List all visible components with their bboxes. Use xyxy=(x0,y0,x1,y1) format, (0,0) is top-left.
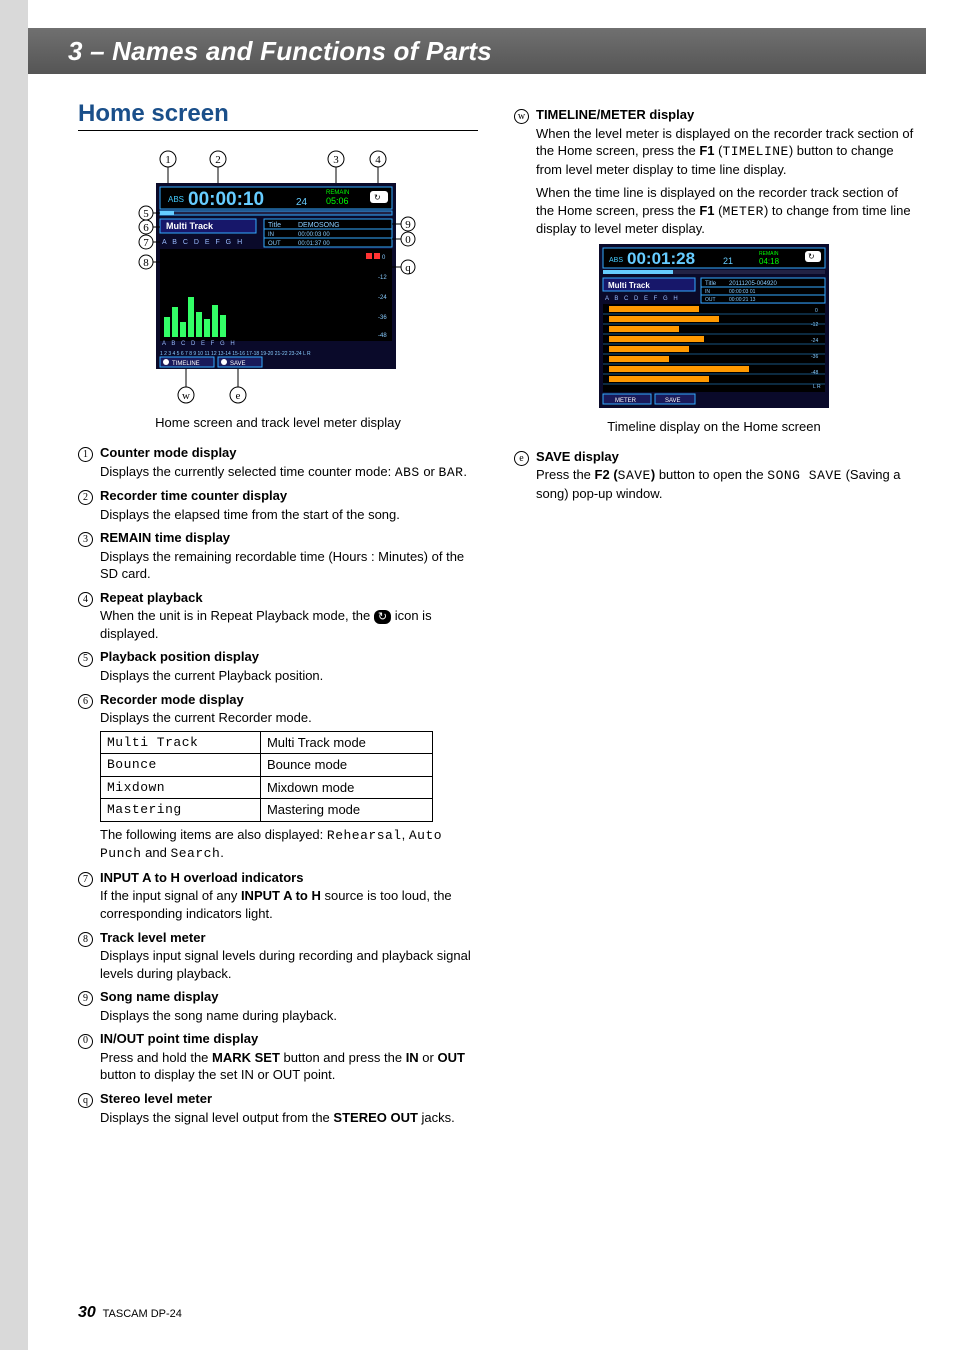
item-2: 2 Recorder time counter display Displays… xyxy=(78,487,478,523)
item-4: 4 Repeat playback When the unit is in Re… xyxy=(78,589,478,643)
svg-text:04:18: 04:18 xyxy=(759,257,780,266)
callout-3: 3 xyxy=(328,151,344,183)
home-screen-figure: 1 2 3 4 ABS 00:00:10 24 REMAIN 05:06 ↻ xyxy=(138,147,418,407)
item-3: 3 REMAIN time display Displays the remai… xyxy=(78,529,478,583)
svg-text:OUT: OUT xyxy=(268,241,281,247)
svg-text:ABS: ABS xyxy=(609,257,623,264)
svg-text:q: q xyxy=(405,262,411,274)
svg-text:IN: IN xyxy=(268,232,274,238)
svg-text:1 2 3 4 5 6 7 8 9 10 11 12 13-: 1 2 3 4 5 6 7 8 9 10 11 12 13-14 15-16 1… xyxy=(160,351,311,357)
left-column: Home screen 1 2 3 4 ABS 00:00:10 24 REMA… xyxy=(78,100,478,1310)
item-10: 0 IN/OUT point time display Press and ho… xyxy=(78,1030,478,1084)
content-area: Home screen 1 2 3 4 ABS 00:00:10 24 REMA… xyxy=(78,100,914,1310)
page-footer: 30 TASCAM DP-24 xyxy=(78,1304,182,1322)
svg-text:Title: Title xyxy=(268,222,281,229)
item-1: 1 Counter mode display Displays the curr… xyxy=(78,444,478,481)
svg-text:-36: -36 xyxy=(378,315,387,321)
model-label: TASCAM DP-24 xyxy=(103,1308,182,1320)
page-number: 30 xyxy=(78,1304,96,1321)
svg-text:SAVE: SAVE xyxy=(665,398,681,404)
svg-text:ABS: ABS xyxy=(168,195,184,204)
svg-text:IN: IN xyxy=(705,289,710,295)
section-title: Home screen xyxy=(78,100,478,131)
item-5: 5 Playback position displayDisplays the … xyxy=(78,648,478,684)
item-12: w TIMELINE/METER display When the level … xyxy=(514,106,914,238)
svg-text:-48: -48 xyxy=(378,333,387,339)
svg-text:20111205-004920: 20111205-004920 xyxy=(729,281,777,287)
page-side-tab xyxy=(0,0,28,1350)
svg-text:A B C D E F G H: A B C D E F G H xyxy=(605,296,680,302)
callout-1: 1 xyxy=(160,151,176,183)
svg-text:-24: -24 xyxy=(378,295,387,301)
svg-text:0: 0 xyxy=(815,308,818,314)
svg-text:OUT: OUT xyxy=(705,297,716,303)
svg-text:7: 7 xyxy=(143,237,149,249)
svg-text:00:00:10: 00:00:10 xyxy=(188,189,264,210)
svg-text:SAVE: SAVE xyxy=(230,361,246,367)
svg-text:05:06: 05:06 xyxy=(326,196,349,206)
svg-text:21: 21 xyxy=(723,256,733,266)
svg-text:0: 0 xyxy=(405,234,411,246)
svg-text:-36: -36 xyxy=(811,354,818,360)
timeline-screen-figure: ABS 00:01:28 21 REMAIN 04:18 ↻ Multi Tra… xyxy=(599,244,829,413)
item-9: 9 Song name displayDisplays the song nam… xyxy=(78,988,478,1024)
svg-text:Multi Track: Multi Track xyxy=(608,281,650,290)
svg-text:w: w xyxy=(182,390,190,402)
timeline-caption: Timeline display on the Home screen xyxy=(514,419,914,434)
svg-text:1: 1 xyxy=(165,154,171,166)
svg-text:00:01:37 00: 00:01:37 00 xyxy=(298,241,330,247)
svg-text:3: 3 xyxy=(333,154,339,166)
svg-text:00:00:21 13: 00:00:21 13 xyxy=(729,297,756,303)
svg-text:METER: METER xyxy=(615,398,637,404)
callout-4: 4 xyxy=(370,151,386,183)
svg-text:00:00:03 01: 00:00:03 01 xyxy=(729,289,756,295)
svg-text:00:01:28: 00:01:28 xyxy=(627,249,695,268)
right-column: w TIMELINE/METER display When the level … xyxy=(514,100,914,1310)
svg-text:Multi Track: Multi Track xyxy=(166,221,214,231)
svg-text:6: 6 xyxy=(143,222,149,234)
recorder-modes-table: Multi TrackMulti Track mode BounceBounce… xyxy=(100,731,433,822)
svg-text:2: 2 xyxy=(215,154,221,166)
chapter-header: 3 – Names and Functions of Parts xyxy=(28,28,926,74)
callout-2: 2 xyxy=(210,151,226,183)
chapter-header-text: 3 – Names and Functions of Parts xyxy=(68,36,492,67)
svg-text:-12: -12 xyxy=(811,322,818,328)
item-11: q Stereo level meter Displays the signal… xyxy=(78,1090,478,1126)
item-13: e SAVE display Press the F2 (SAVE) butto… xyxy=(514,448,914,503)
item-7: 7 INPUT A to H overload indicators If th… xyxy=(78,869,478,923)
repeat-icon: ↻ xyxy=(374,610,391,625)
figure-caption: Home screen and track level meter displa… xyxy=(78,415,478,430)
svg-text:-12: -12 xyxy=(378,275,387,281)
svg-text:A B C D E F G H: A B C D E F G H xyxy=(162,239,244,246)
svg-text:DEMOSONG: DEMOSONG xyxy=(298,222,340,229)
svg-text:5: 5 xyxy=(143,208,149,220)
svg-text:-48: -48 xyxy=(811,370,818,376)
svg-text:↻: ↻ xyxy=(808,252,815,261)
svg-text:24: 24 xyxy=(296,197,308,208)
svg-text:4: 4 xyxy=(375,154,381,166)
item-6: 6 Recorder mode display Displays the cur… xyxy=(78,691,478,863)
svg-text:9: 9 xyxy=(405,219,411,231)
svg-text:TIMELINE: TIMELINE xyxy=(172,361,200,367)
svg-text:e: e xyxy=(236,390,241,402)
svg-text:L R: L R xyxy=(813,384,821,390)
svg-text:-24: -24 xyxy=(811,338,818,344)
svg-text:A B C D E F G H: A B C D E F G H xyxy=(162,341,237,347)
item-8: 8 Track level meterDisplays input signal… xyxy=(78,929,478,983)
svg-text:00:00:03 00: 00:00:03 00 xyxy=(298,232,330,238)
svg-text:8: 8 xyxy=(143,257,149,269)
svg-text:Title: Title xyxy=(705,281,717,287)
svg-text:↻: ↻ xyxy=(374,193,381,202)
